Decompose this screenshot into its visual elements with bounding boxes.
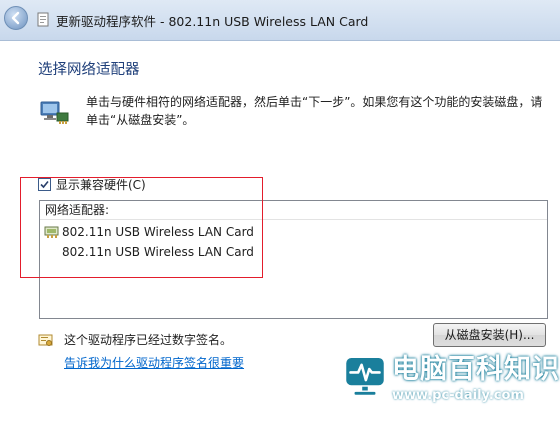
watermark-name: 电脑百科知识 — [392, 354, 560, 385]
driver-update-icon — [37, 12, 49, 27]
list-header: 网络适配器: — [40, 201, 547, 220]
title-bar: 更新驱动程序软件 - 802.11n USB Wireless LAN Card — [0, 0, 560, 41]
back-button[interactable] — [4, 6, 28, 30]
signed-status-text: 这个驱动程序已经过数字签名。 — [64, 333, 233, 347]
page-title: 选择网络适配器 — [38, 62, 140, 78]
adapter-name: 802.11n USB Wireless LAN Card — [62, 245, 254, 259]
watermark-url: www.pc-daily.com — [392, 388, 524, 403]
monitor-logo-icon — [344, 356, 386, 397]
back-arrow-icon — [11, 11, 20, 25]
show-compatible-label: 显示兼容硬件(C) — [56, 178, 146, 192]
adapter-icon — [44, 226, 59, 238]
show-compatible-checkbox[interactable] — [38, 178, 51, 191]
adapter-list[interactable]: 网络适配器: 802.11n USB Wireless LAN Card 802… — [39, 200, 548, 319]
signing-info-link[interactable]: 告诉我为什么驱动程序签名很重要 — [64, 354, 244, 371]
show-compatible-row[interactable]: 显示兼容硬件(C) — [38, 176, 146, 193]
certificate-icon — [38, 334, 53, 346]
window-title: 更新驱动程序软件 - 802.11n USB Wireless LAN Card — [56, 14, 369, 29]
instruction-text: 单击与硬件相符的网络适配器，然后单击“下一步”。如果您有这个功能的安装磁盘，请单… — [86, 95, 543, 127]
adapter-name: 802.11n USB Wireless LAN Card — [62, 225, 254, 239]
list-item[interactable]: 802.11n USB Wireless LAN Card — [44, 222, 254, 242]
network-adapter-icon — [40, 101, 69, 124]
watermark-text: 电脑百科知识 www.pc-daily.com — [392, 347, 560, 403]
list-item[interactable]: 802.11n USB Wireless LAN Card — [44, 242, 254, 262]
watermark: 电脑百科知识 www.pc-daily.com — [340, 329, 560, 421]
check-icon — [40, 180, 49, 189]
